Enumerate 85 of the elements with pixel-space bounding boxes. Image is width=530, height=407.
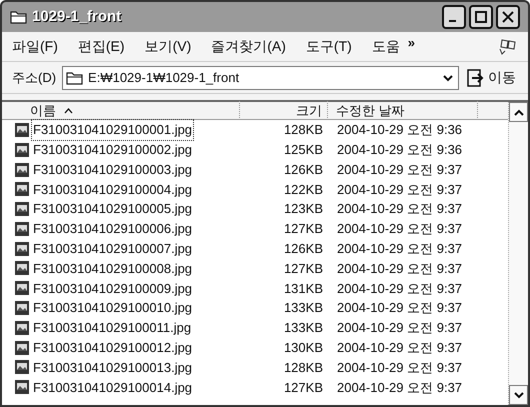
image-file-icon: [14, 240, 30, 257]
image-file-icon: [14, 379, 30, 396]
go-button[interactable]: 이동: [465, 67, 518, 88]
menu-item[interactable]: 편집(E): [78, 36, 125, 57]
file-name[interactable]: F310031041029100008.jpg: [31, 258, 194, 280]
close-button[interactable]: [496, 5, 520, 29]
file-size: 127KB: [282, 260, 324, 278]
maximize-button[interactable]: [469, 5, 493, 29]
modified-date: 2004-10-29 오전 9:37: [336, 358, 462, 377]
menu-item[interactable]: 도움: [372, 36, 400, 57]
file-size: 127KB: [282, 378, 324, 396]
modified-date: 2004-10-29 오전 9:37: [336, 220, 462, 238]
file-name[interactable]: F310031041029100014.jpg: [31, 376, 194, 398]
minimize-button[interactable]: [442, 5, 466, 29]
modified-date: 2004-10-29 오전 9:37: [336, 378, 462, 396]
modified-date: 2004-10-29 오전 9:37: [336, 338, 462, 357]
file-size: 131KB: [282, 280, 324, 298]
image-file-icon: [14, 300, 30, 316]
file-size: 126KB: [282, 160, 324, 179]
modified-date: 2004-10-29 오전 9:37: [336, 240, 462, 258]
file-size: 127KB: [282, 220, 324, 238]
file-size: 128KB: [282, 121, 324, 140]
image-file-icon: [14, 142, 30, 158]
file-size: 133KB: [282, 319, 324, 338]
address-label: 주소(D): [12, 68, 56, 87]
file-name[interactable]: F310031041029100011.jpg: [31, 317, 194, 339]
modified-date: 2004-10-29 오전 9:36: [336, 140, 462, 159]
maximize-icon: [475, 11, 487, 23]
image-file-icon: [14, 280, 30, 296]
menu-item[interactable]: 즐겨찾기(A): [211, 36, 286, 57]
folder-icon: [66, 70, 84, 84]
modified-date: 2004-10-29 오전 9:37: [336, 160, 462, 179]
image-file-icon: [14, 162, 30, 178]
scroll-up-button[interactable]: [509, 102, 528, 122]
modified-date: 2004-10-29 오전 9:37: [336, 280, 462, 298]
modified-date: 2004-10-29 오전 9:37: [336, 260, 462, 278]
window-title: 1029-1_front: [32, 6, 122, 27]
file-name[interactable]: F310031041029100004.jpg: [31, 178, 194, 200]
image-file-icon: [14, 122, 30, 138]
menu-item[interactable]: 도구(T): [306, 36, 352, 57]
menu-overflow[interactable]: »: [408, 32, 416, 52]
menu-item[interactable]: 파일(F): [12, 36, 58, 57]
file-name[interactable]: F310031041029100009.jpg: [31, 278, 194, 300]
file-size: 130KB: [282, 338, 324, 357]
file-size: 123KB: [282, 200, 324, 218]
modified-date: 2004-10-29 오전 9:37: [336, 180, 462, 199]
go-arrow-icon: [467, 68, 485, 86]
image-file-icon: [14, 201, 30, 218]
file-name[interactable]: F310031041029100005.jpg: [31, 198, 194, 220]
minimize-icon: [449, 20, 456, 22]
address-value: E:₩1029-1₩1029-1_front: [88, 68, 240, 87]
file-size: 125KB: [282, 140, 324, 159]
file-name[interactable]: F310031041029100006.jpg: [31, 218, 194, 240]
column-header[interactable]: 크기: [240, 100, 328, 120]
modified-date: 2004-10-29 오전 9:37: [336, 200, 462, 218]
close-icon: [502, 11, 514, 23]
modified-date: 2004-10-29 오전 9:36: [336, 121, 462, 140]
file-name[interactable]: F310031041029100012.jpg: [31, 336, 194, 358]
image-file-icon: [14, 181, 30, 198]
menu-item[interactable]: 보기(V): [144, 36, 192, 57]
file-name[interactable]: F310031041029100010.jpg: [31, 297, 194, 319]
file-size: 128KB: [282, 358, 324, 377]
image-file-icon: [14, 260, 30, 276]
file-size: 133KB: [282, 299, 324, 318]
file-name[interactable]: F310031041029100002.jpg: [31, 138, 194, 160]
column-header[interactable]: 수정한 날짜: [328, 100, 478, 120]
file-name[interactable]: F310031041029100003.jpg: [31, 158, 194, 180]
column-header[interactable]: 이름: [2, 100, 240, 120]
image-file-icon: [14, 340, 30, 356]
folder-icon: [10, 10, 28, 24]
image-file-icon: [14, 220, 30, 237]
address-field[interactable]: E:₩1029-1₩1029-1_front: [62, 66, 459, 90]
vertical-scrollbar[interactable]: [508, 102, 528, 405]
file-size: 122KB: [282, 180, 324, 199]
windows-logo-icon: [498, 36, 518, 56]
sort-ascending-icon: [64, 108, 73, 114]
modified-date: 2004-10-29 오전 9:37: [336, 299, 462, 318]
image-file-icon: [14, 359, 30, 376]
scroll-down-button[interactable]: [509, 385, 528, 405]
file-name[interactable]: F310031041029100007.jpg: [31, 238, 194, 260]
modified-date: 2004-10-29 오전 9:37: [336, 319, 462, 338]
image-file-icon: [14, 320, 30, 336]
file-name[interactable]: F310031041029100013.jpg: [31, 356, 194, 378]
file-name[interactable]: F310031041029100001.jpg: [31, 119, 194, 141]
file-size: 126KB: [282, 240, 324, 258]
